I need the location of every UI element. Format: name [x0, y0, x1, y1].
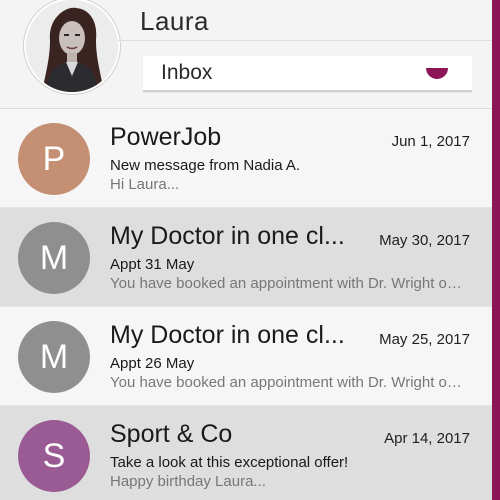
message-item[interactable]: S Sport & Co Apr 14, 2017 Take a look at… — [0, 406, 492, 500]
dropdown-indicator-icon[interactable] — [426, 68, 448, 79]
message-subject: Appt 26 May — [110, 355, 195, 372]
message-item[interactable]: M My Doctor in one cl... May 30, 2017 Ap… — [0, 208, 492, 307]
message-preview: You have booked an appointment with Dr. … — [110, 275, 465, 292]
message-date: Apr 14, 2017 — [384, 430, 470, 447]
message-subject: New message from Nadia A. — [110, 157, 301, 174]
message-sender: My Doctor in one cl... — [110, 321, 345, 349]
message-sender: PowerJob — [110, 123, 222, 151]
account-header: Laura Inbox — [0, 0, 492, 109]
message-preview: You have booked an appointment with Dr. … — [110, 374, 465, 391]
mail-app: Laura Inbox P PowerJob Jun 1, 2017 New m… — [0, 0, 500, 500]
message-subject: Appt 31 May — [110, 256, 195, 273]
folder-selector[interactable]: Inbox — [143, 56, 472, 92]
message-date: May 25, 2017 — [379, 331, 470, 348]
message-date: May 30, 2017 — [379, 232, 470, 249]
header-divider — [118, 40, 492, 41]
message-preview: Hi Laura... — [110, 176, 180, 193]
message-subject: Take a look at this exceptional offer! — [110, 454, 349, 471]
message-sender: Sport & Co — [110, 420, 233, 448]
message-item[interactable]: M My Doctor in one cl... May 25, 2017 Ap… — [0, 307, 492, 406]
folder-label: Inbox — [161, 61, 213, 84]
user-avatar[interactable] — [24, 0, 120, 94]
message-preview: Happy birthday Laura... — [110, 473, 266, 490]
sender-avatar: M — [18, 222, 90, 294]
message-date: Jun 1, 2017 — [391, 133, 470, 150]
sender-avatar: S — [18, 420, 90, 492]
sender-avatar: P — [18, 123, 90, 195]
sender-avatar: M — [18, 321, 90, 393]
message-item[interactable]: P PowerJob Jun 1, 2017 New message from … — [0, 109, 492, 208]
accent-edge-bar — [492, 0, 500, 500]
user-name: Laura — [140, 6, 209, 36]
user-photo-icon — [26, 0, 118, 92]
message-sender: My Doctor in one cl... — [110, 222, 345, 250]
message-list: P PowerJob Jun 1, 2017 New message from … — [0, 109, 492, 500]
